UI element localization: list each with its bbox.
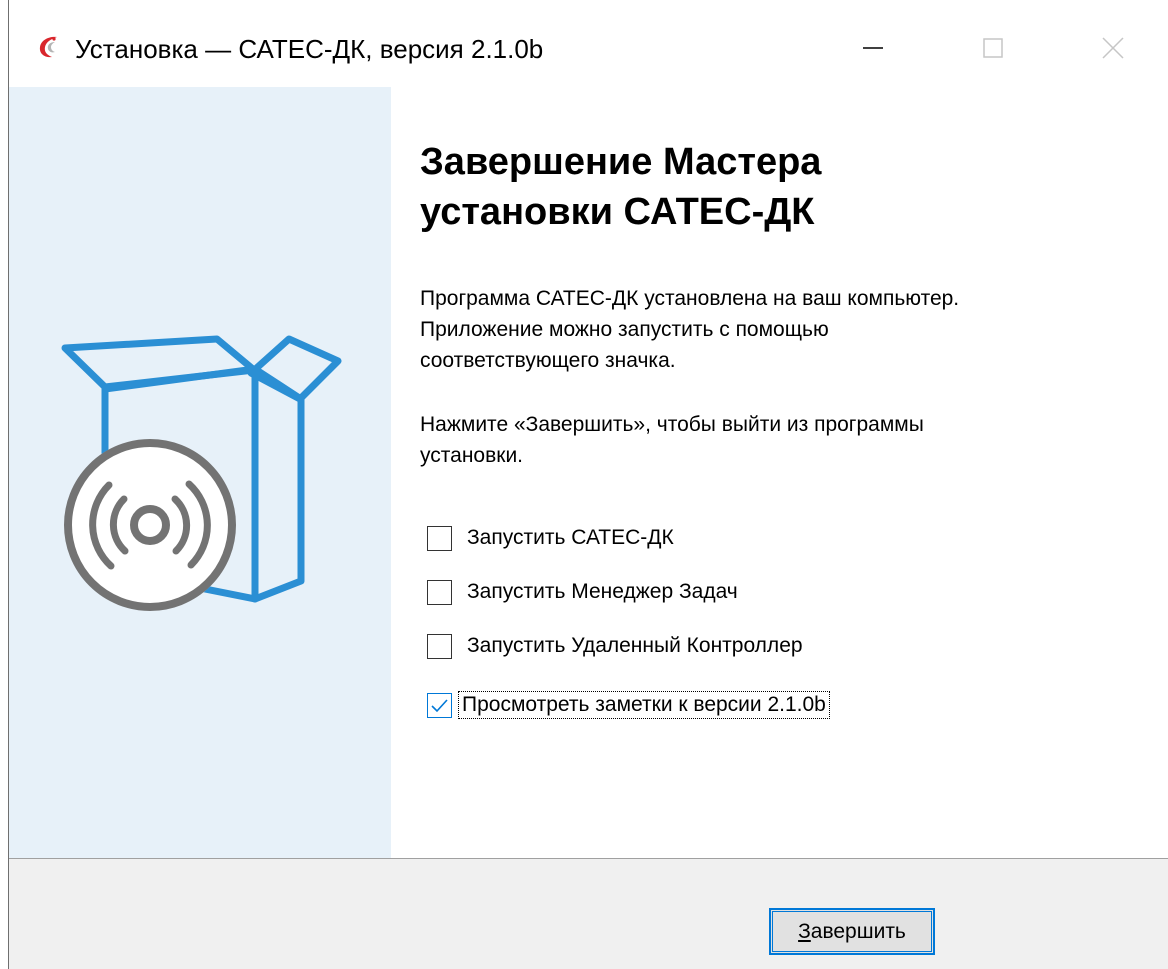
- finish-instructions-line1: Нажмите «Завершить», чтобы выйти из прог…: [420, 413, 924, 436]
- window-title: Установка — САТЕС-ДК, версия 2.1.0b: [75, 34, 544, 64]
- installed-message-line3: соответствующего значка.: [420, 349, 676, 372]
- page-title-line2: установки САТЕС-ДК: [420, 191, 815, 233]
- maximize-icon: [983, 38, 1003, 58]
- checkbox-label[interactable]: Запустить САТЕС-ДК: [467, 526, 674, 550]
- checkbox-box[interactable]: [427, 525, 452, 551]
- page-title-line1: Завершение Мастера: [420, 141, 822, 183]
- checkmark-icon: [431, 698, 448, 712]
- checkbox-box[interactable]: [427, 579, 452, 605]
- installed-message-line1: Программа САТЕС-ДК установлена на ваш ко…: [420, 287, 960, 310]
- app-logo-icon: [35, 34, 61, 60]
- minimize-icon: [863, 47, 883, 49]
- wizard-sidebar: [9, 87, 391, 858]
- installed-message: Программа САТЕС-ДК установлена на ваш ко…: [420, 283, 1120, 376]
- finish-button-mnemonic: З: [798, 919, 811, 943]
- installer-window: Установка — САТЕС-ДК, версия 2.1.0b Заве…: [8, 0, 1168, 969]
- button-bar: Завершить: [9, 858, 1168, 969]
- checkbox-box[interactable]: [427, 633, 452, 659]
- launch-remote-controller-checkbox[interactable]: Запустить Удаленный Контроллер: [427, 629, 803, 663]
- checkbox-label[interactable]: Просмотреть заметки к версии 2.1.0b: [458, 691, 830, 719]
- launch-app-checkbox[interactable]: Запустить САТЕС-ДК: [427, 521, 674, 555]
- finish-instructions-line2: установки.: [420, 444, 524, 467]
- close-icon: [1102, 37, 1124, 59]
- maximize-button[interactable]: [963, 18, 1023, 78]
- checkbox-box[interactable]: [427, 692, 452, 718]
- checkbox-label[interactable]: Запустить Менеджер Задач: [467, 580, 738, 604]
- close-button[interactable]: [1083, 18, 1143, 78]
- wizard-content: Завершение Мастера установки САТЕС-ДК Пр…: [391, 87, 1168, 858]
- checkbox-label[interactable]: Запустить Удаленный Контроллер: [467, 634, 803, 658]
- finish-button-label: Завершить: [798, 920, 906, 944]
- title-bar[interactable]: Установка — САТЕС-ДК, версия 2.1.0b: [9, 14, 1168, 87]
- finish-instructions: Нажмите «Завершить», чтобы выйти из прог…: [420, 409, 1120, 471]
- launch-task-manager-checkbox[interactable]: Запустить Менеджер Задач: [427, 575, 738, 609]
- installed-message-line2: Приложение можно запустить с помощью: [420, 318, 829, 341]
- finish-button[interactable]: Завершить: [769, 908, 935, 955]
- view-release-notes-checkbox[interactable]: Просмотреть заметки к версии 2.1.0b: [427, 688, 830, 722]
- finish-button-label-rest: авершить: [810, 919, 906, 943]
- software-box-disc-icon: [61, 335, 342, 611]
- minimize-button[interactable]: [843, 18, 903, 78]
- page-title: Завершение Мастера установки САТЕС-ДК: [420, 137, 1120, 237]
